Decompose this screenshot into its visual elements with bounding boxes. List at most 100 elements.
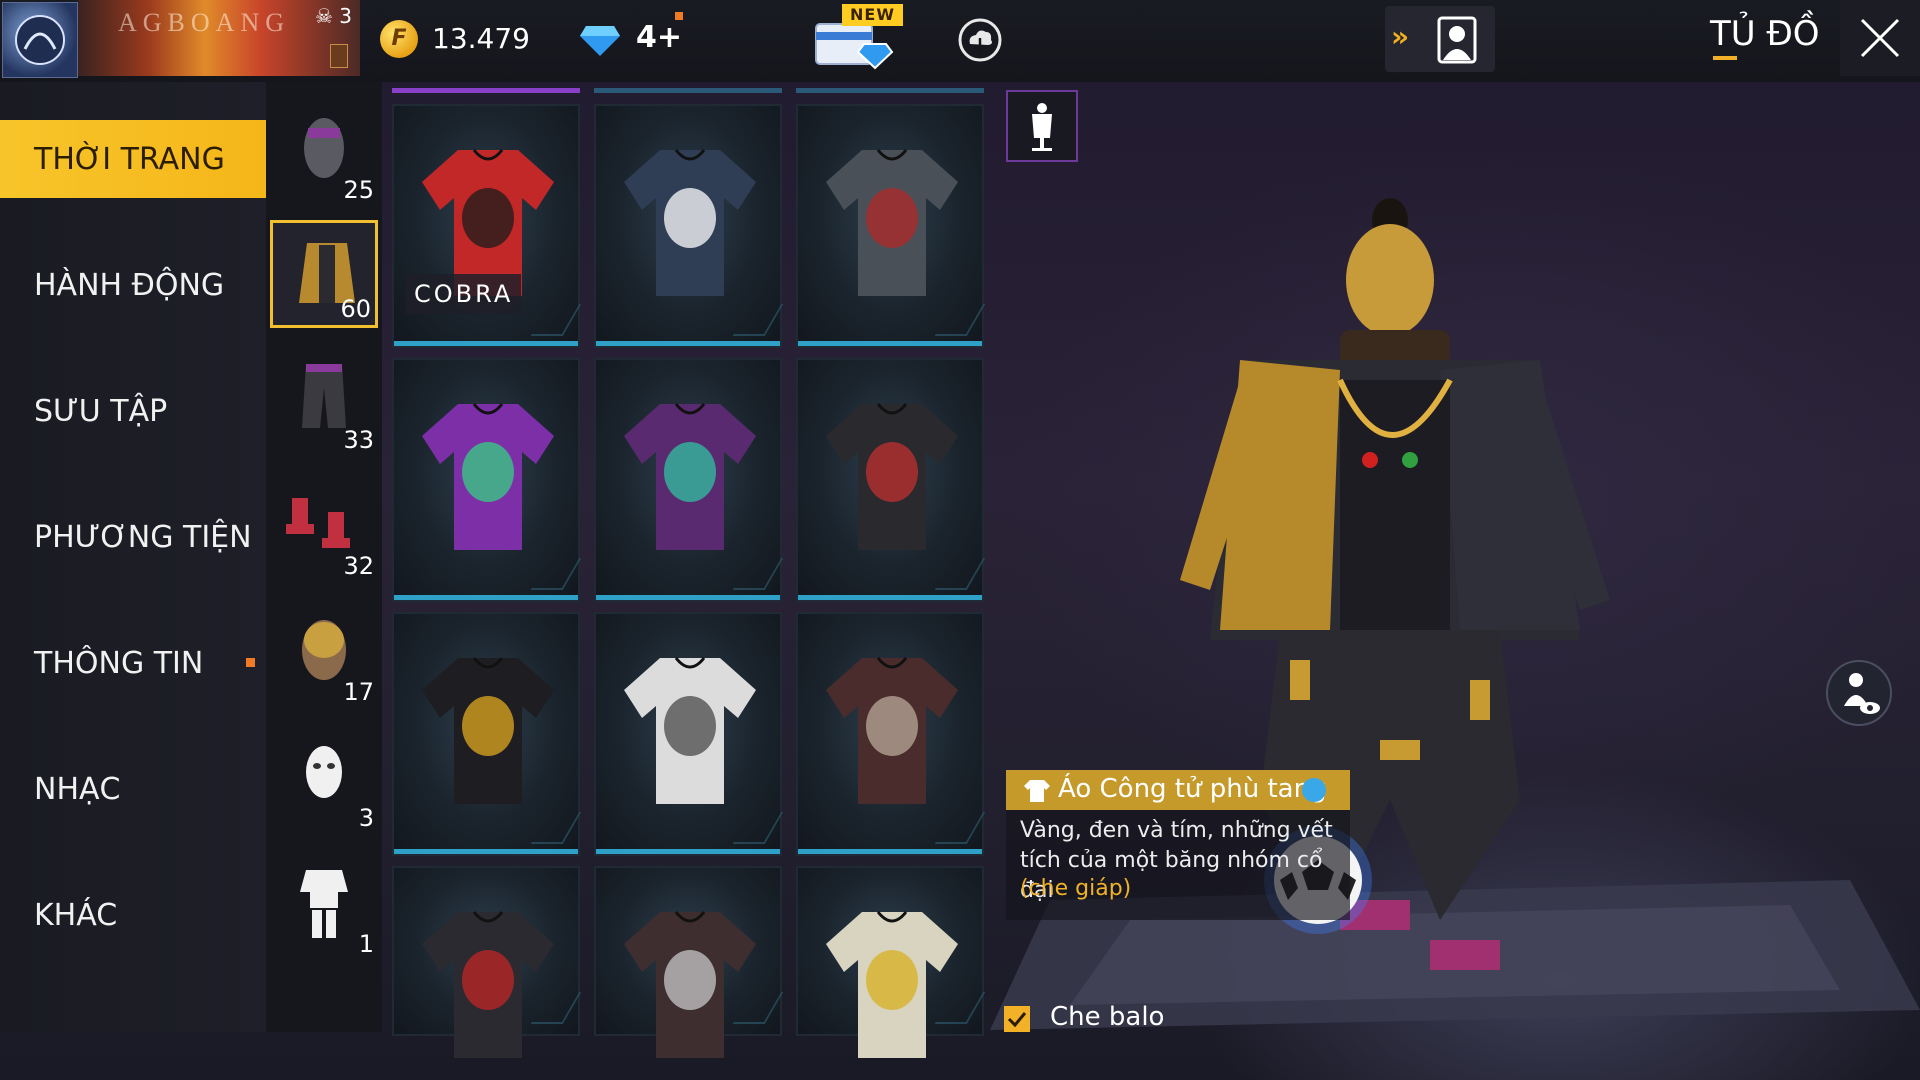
item-card-white-tiger-tee[interactable] [594, 612, 784, 856]
shirt-icon [422, 403, 554, 550]
item-rarity-bar [596, 595, 780, 600]
diamond-icon [580, 26, 620, 56]
title-underline [1713, 56, 1737, 60]
shirt-icon [826, 911, 958, 1058]
item-info-body: Vàng, đen và tím, những vết tích của một… [1006, 810, 1350, 920]
shirt-icon [826, 403, 958, 550]
face-icon [306, 746, 342, 798]
item-count: 1 [358, 930, 374, 958]
subcategory-column: 25 60 33 32 17 3 1 [266, 82, 382, 1032]
tab-hanh-dong[interactable]: HÀNH ĐỘNG [0, 246, 266, 324]
corner-decoration [530, 304, 582, 336]
shirt-icon [624, 911, 756, 1058]
rank-count: ☠ 3 [314, 4, 352, 28]
notification-dot [246, 658, 255, 667]
corner-decoration [530, 558, 582, 590]
item-card-brown-skull-tee[interactable] [796, 612, 986, 856]
item-rarity-bar [394, 341, 578, 346]
double-chevron-icon: » [1391, 20, 1410, 53]
shirt-icon [624, 149, 756, 296]
outfit-icon [300, 870, 348, 938]
corner-decoration [732, 812, 784, 844]
player-avatar[interactable] [2, 2, 78, 78]
subcategory-pants[interactable]: 33 [270, 348, 378, 456]
character-switch-button[interactable]: » [1385, 6, 1495, 72]
corner-decoration [732, 304, 784, 336]
subcategory-head[interactable]: 25 [270, 98, 378, 206]
item-card-purple-hoodie-vest[interactable] [594, 358, 784, 602]
item-count: 32 [343, 552, 374, 580]
page-title: TỦ ĐỒ [1710, 14, 1820, 54]
cloud-download-icon[interactable] [958, 18, 1002, 62]
subcategory-face[interactable]: 3 [270, 726, 378, 834]
flag-icon [330, 44, 348, 68]
item-info-card: Áo Công tử phù tang Vàng, đen và tím, nh… [1006, 770, 1350, 920]
player-name: AGBOANG [118, 8, 290, 37]
close-icon [1860, 18, 1900, 58]
gold-amount: 13.479 [432, 22, 530, 55]
item-card-dark-vest[interactable] [796, 104, 986, 348]
subcategory-top[interactable]: 60 [270, 220, 378, 328]
person-eye-icon [1844, 673, 1880, 714]
tab-nhac[interactable]: NHẠC [0, 750, 266, 828]
corner-decoration [934, 304, 986, 336]
tab-indicator [594, 88, 782, 93]
category-label: PHƯƠNG TIỆN [34, 520, 252, 555]
mannequin-icon [1032, 103, 1052, 151]
item-card-dark-blue-tee[interactable] [594, 104, 784, 348]
category-sidebar: THỜI TRANG HÀNH ĐỘNG SƯU TẬP PHƯƠNG TIỆN… [0, 82, 266, 1032]
item-count: 60 [340, 295, 371, 323]
shirt-icon [624, 657, 756, 804]
category-label: SƯU TẬP [34, 394, 168, 429]
item-card-red-scarf-jacket[interactable] [392, 866, 582, 1058]
tab-thong-tin[interactable]: THÔNG TIN [0, 624, 266, 702]
tab-phuong-tien[interactable]: PHƯƠNG TIỆN [0, 498, 266, 576]
top-bar: AGBOANG ☠ 3 F 13.479 4+ NEW » TỦ ĐỒ [0, 0, 1920, 82]
tab-khac[interactable]: KHÁC [0, 876, 266, 954]
character-card-icon [1437, 16, 1477, 64]
item-card-hip-hop-vest[interactable] [796, 866, 986, 1058]
item-card-red-black-jacket[interactable]: COBRA [392, 104, 582, 348]
hide-backpack-checkbox[interactable] [1004, 1006, 1030, 1032]
male-gender-icon [1302, 778, 1326, 802]
hide-backpack-label: Che balo [1050, 1002, 1165, 1032]
corner-decoration [530, 812, 582, 844]
item-card-gold-black-tee[interactable] [392, 612, 582, 856]
tab-thoi-trang[interactable]: THỜI TRANG [0, 120, 266, 198]
view-toggle-button[interactable] [1826, 660, 1892, 726]
item-rarity-bar [798, 849, 982, 854]
item-rarity-bar [798, 341, 982, 346]
subcategory-outfit[interactable]: 1 [270, 852, 378, 960]
shirt-icon [1024, 780, 1050, 802]
item-card-purple-green-tee[interactable] [392, 358, 582, 602]
close-button[interactable] [1840, 0, 1920, 76]
item-tag: (che giáp) [1020, 876, 1132, 901]
gold-coin-icon: F [380, 20, 418, 58]
tab-indicator-active [392, 88, 580, 93]
notification-dot [675, 12, 683, 20]
item-card-brown-graphic-tee[interactable] [594, 866, 784, 1058]
item-rarity-bar [596, 849, 780, 854]
tab-suu-tap[interactable]: SƯU TẬP [0, 372, 266, 450]
mannequin-preview-button[interactable] [1006, 90, 1078, 162]
category-label: KHÁC [34, 898, 118, 933]
avatar-emblem-icon [15, 15, 65, 65]
item-count: 3 [358, 804, 374, 832]
subcategory-mask[interactable]: 17 [270, 600, 378, 708]
shirt-icon [624, 403, 756, 550]
category-label: NHẠC [34, 772, 121, 807]
item-count: 33 [343, 426, 374, 454]
item-rarity-bar [394, 595, 578, 600]
tab-indicator [796, 88, 984, 93]
diamond-amount[interactable]: 4+ [636, 20, 682, 55]
player-banner[interactable]: AGBOANG ☠ 3 [78, 0, 360, 76]
corner-decoration [934, 558, 986, 590]
item-rarity-bar [394, 849, 578, 854]
shirt-icon [826, 149, 958, 296]
shirt-icon [422, 911, 554, 1058]
item-brand-badge: COBRA [406, 274, 522, 314]
subcategory-shoes[interactable]: 32 [270, 474, 378, 582]
item-rarity-bar [798, 595, 982, 600]
corner-decoration [732, 558, 784, 590]
item-card-dark-red-tee[interactable] [796, 358, 986, 602]
